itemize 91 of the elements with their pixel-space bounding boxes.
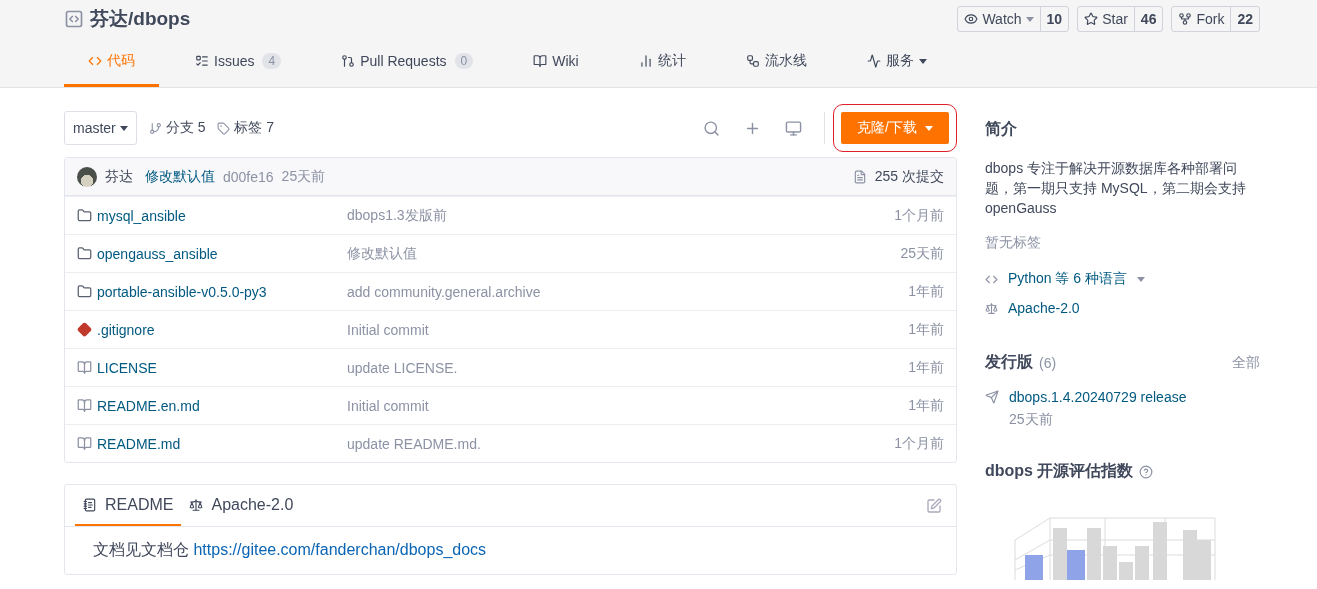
no-tags-text: 暂无标签	[985, 234, 1042, 252]
readme-tab[interactable]: Apache-2.0	[181, 485, 302, 526]
commit-message: add community.general.archive	[347, 283, 542, 300]
edit-icon[interactable]	[926, 497, 942, 514]
commit-message: dbops1.3发版前	[347, 206, 448, 225]
action-count: 22	[1230, 7, 1259, 31]
commit-message: update README.md.	[347, 435, 482, 452]
scale-icon	[985, 301, 998, 315]
commit-message: Initial commit	[347, 321, 430, 338]
tags-link[interactable]: 标签 7	[234, 119, 275, 137]
file-name-link[interactable]: portable-ansible-v0.5.0-py3	[97, 283, 267, 300]
file-name-link[interactable]: opengauss_ansible	[97, 245, 218, 262]
caret-icon	[119, 125, 128, 131]
readme-text: 文档见文档仓	[93, 541, 190, 558]
file-name-link[interactable]: .gitignore	[97, 321, 155, 338]
chart-bar	[1025, 555, 1043, 580]
nav-tab[interactable]: Issues 4	[171, 38, 306, 87]
folder-icon	[77, 284, 92, 299]
branch-icon	[148, 121, 162, 135]
commit-time: 1年前	[908, 320, 944, 339]
eye-icon	[964, 12, 979, 26]
commit-time: 1个月前	[894, 434, 944, 453]
file-icon	[77, 436, 92, 451]
repository-icon	[64, 9, 84, 29]
count-badge: 4	[262, 53, 282, 69]
nav-tab[interactable]: 服务	[842, 38, 951, 87]
commit-time: 1年前	[908, 396, 944, 415]
star-icon	[1084, 12, 1099, 26]
folder-icon	[77, 208, 92, 223]
file-icon	[77, 360, 92, 375]
releases-heading: 发行版	[985, 352, 1033, 372]
caret-icon	[925, 125, 933, 131]
help-icon[interactable]	[1139, 464, 1154, 479]
commit-time: 1年前	[908, 358, 944, 377]
diamond-icon	[77, 322, 92, 337]
nav-tab[interactable]: 统计	[614, 38, 710, 87]
file-name-link[interactable]: README.en.md	[97, 397, 200, 414]
commit-time: 25天前	[281, 167, 326, 186]
sidebar-license-link[interactable]: Apache-2.0	[1008, 300, 1080, 316]
chart-bar	[1119, 562, 1133, 580]
docs-link[interactable]: https://gitee.com/fanderchan/dbops_docs	[193, 541, 487, 558]
document-icon	[83, 497, 97, 512]
commit-message: 修改默认值	[347, 244, 418, 263]
file-icon	[77, 398, 92, 413]
commit-message-link[interactable]: 修改默认值	[145, 167, 215, 186]
index-heading: dbops 开源评估指数	[985, 461, 1134, 481]
repository-title: 芬达/dbops	[90, 7, 191, 31]
release-link[interactable]: dbops.1.4.20240729 release	[1009, 389, 1187, 405]
commit-hash: d00fe16	[223, 168, 274, 185]
branch-select[interactable]: master	[64, 111, 137, 145]
pipeline-icon	[745, 54, 760, 68]
scale-icon	[189, 497, 204, 512]
commit-time: 25天前	[900, 244, 944, 263]
action-button[interactable]: Fork 22	[1171, 6, 1260, 32]
checklist-icon	[195, 54, 209, 68]
intro-heading: 简介	[985, 119, 1018, 139]
commits-count[interactable]: 255 次提交	[874, 167, 944, 186]
caret-icon	[1137, 276, 1146, 282]
tag-icon	[217, 121, 231, 135]
send-icon	[985, 390, 999, 404]
commit-time: 1年前	[908, 282, 944, 301]
pulse-icon	[866, 54, 881, 68]
file-name-link[interactable]: LICENSE	[97, 359, 157, 376]
file-name-link[interactable]: mysql_ansible	[97, 207, 186, 224]
releases-count: (6)	[1039, 354, 1057, 371]
action-button[interactable]: Watch 10	[957, 6, 1070, 32]
bar-chart-icon	[638, 54, 653, 68]
action-count: 10	[1039, 7, 1069, 31]
book-icon	[533, 54, 548, 68]
release-time: 25天前	[1009, 411, 1054, 429]
folder-icon	[77, 246, 92, 261]
author-avatar	[77, 166, 97, 187]
commit-message: update LICENSE.	[347, 359, 459, 376]
languages-link[interactable]: Python 等 6 种语言	[1008, 270, 1128, 288]
count-badge: 0	[454, 53, 474, 69]
commit-message: Initial commit	[347, 397, 430, 414]
branches-link[interactable]: 分支 5	[165, 119, 206, 137]
file-name-link[interactable]: README.md	[97, 435, 181, 452]
pull-request-icon	[341, 54, 356, 68]
fork-icon	[1178, 12, 1193, 26]
nav-tab[interactable]: Pull Requests 0	[317, 38, 498, 87]
nav-tab[interactable]: Wiki	[509, 38, 603, 87]
nav-tab[interactable]: 流水线	[721, 38, 831, 87]
repository-description: dbops 专注于解决开源数据库各种部署问题，第一期只支持 MySQL，第二期会支持 openGauss	[985, 159, 1247, 218]
code-icon	[88, 54, 102, 68]
commit-author: 芬达	[105, 167, 133, 186]
readme-tab[interactable]: README	[75, 485, 182, 526]
action-button[interactable]: Star 46	[1077, 6, 1164, 32]
action-count: 46	[1133, 7, 1163, 31]
commit-time: 1个月前	[894, 206, 944, 225]
commits-icon	[852, 169, 867, 184]
